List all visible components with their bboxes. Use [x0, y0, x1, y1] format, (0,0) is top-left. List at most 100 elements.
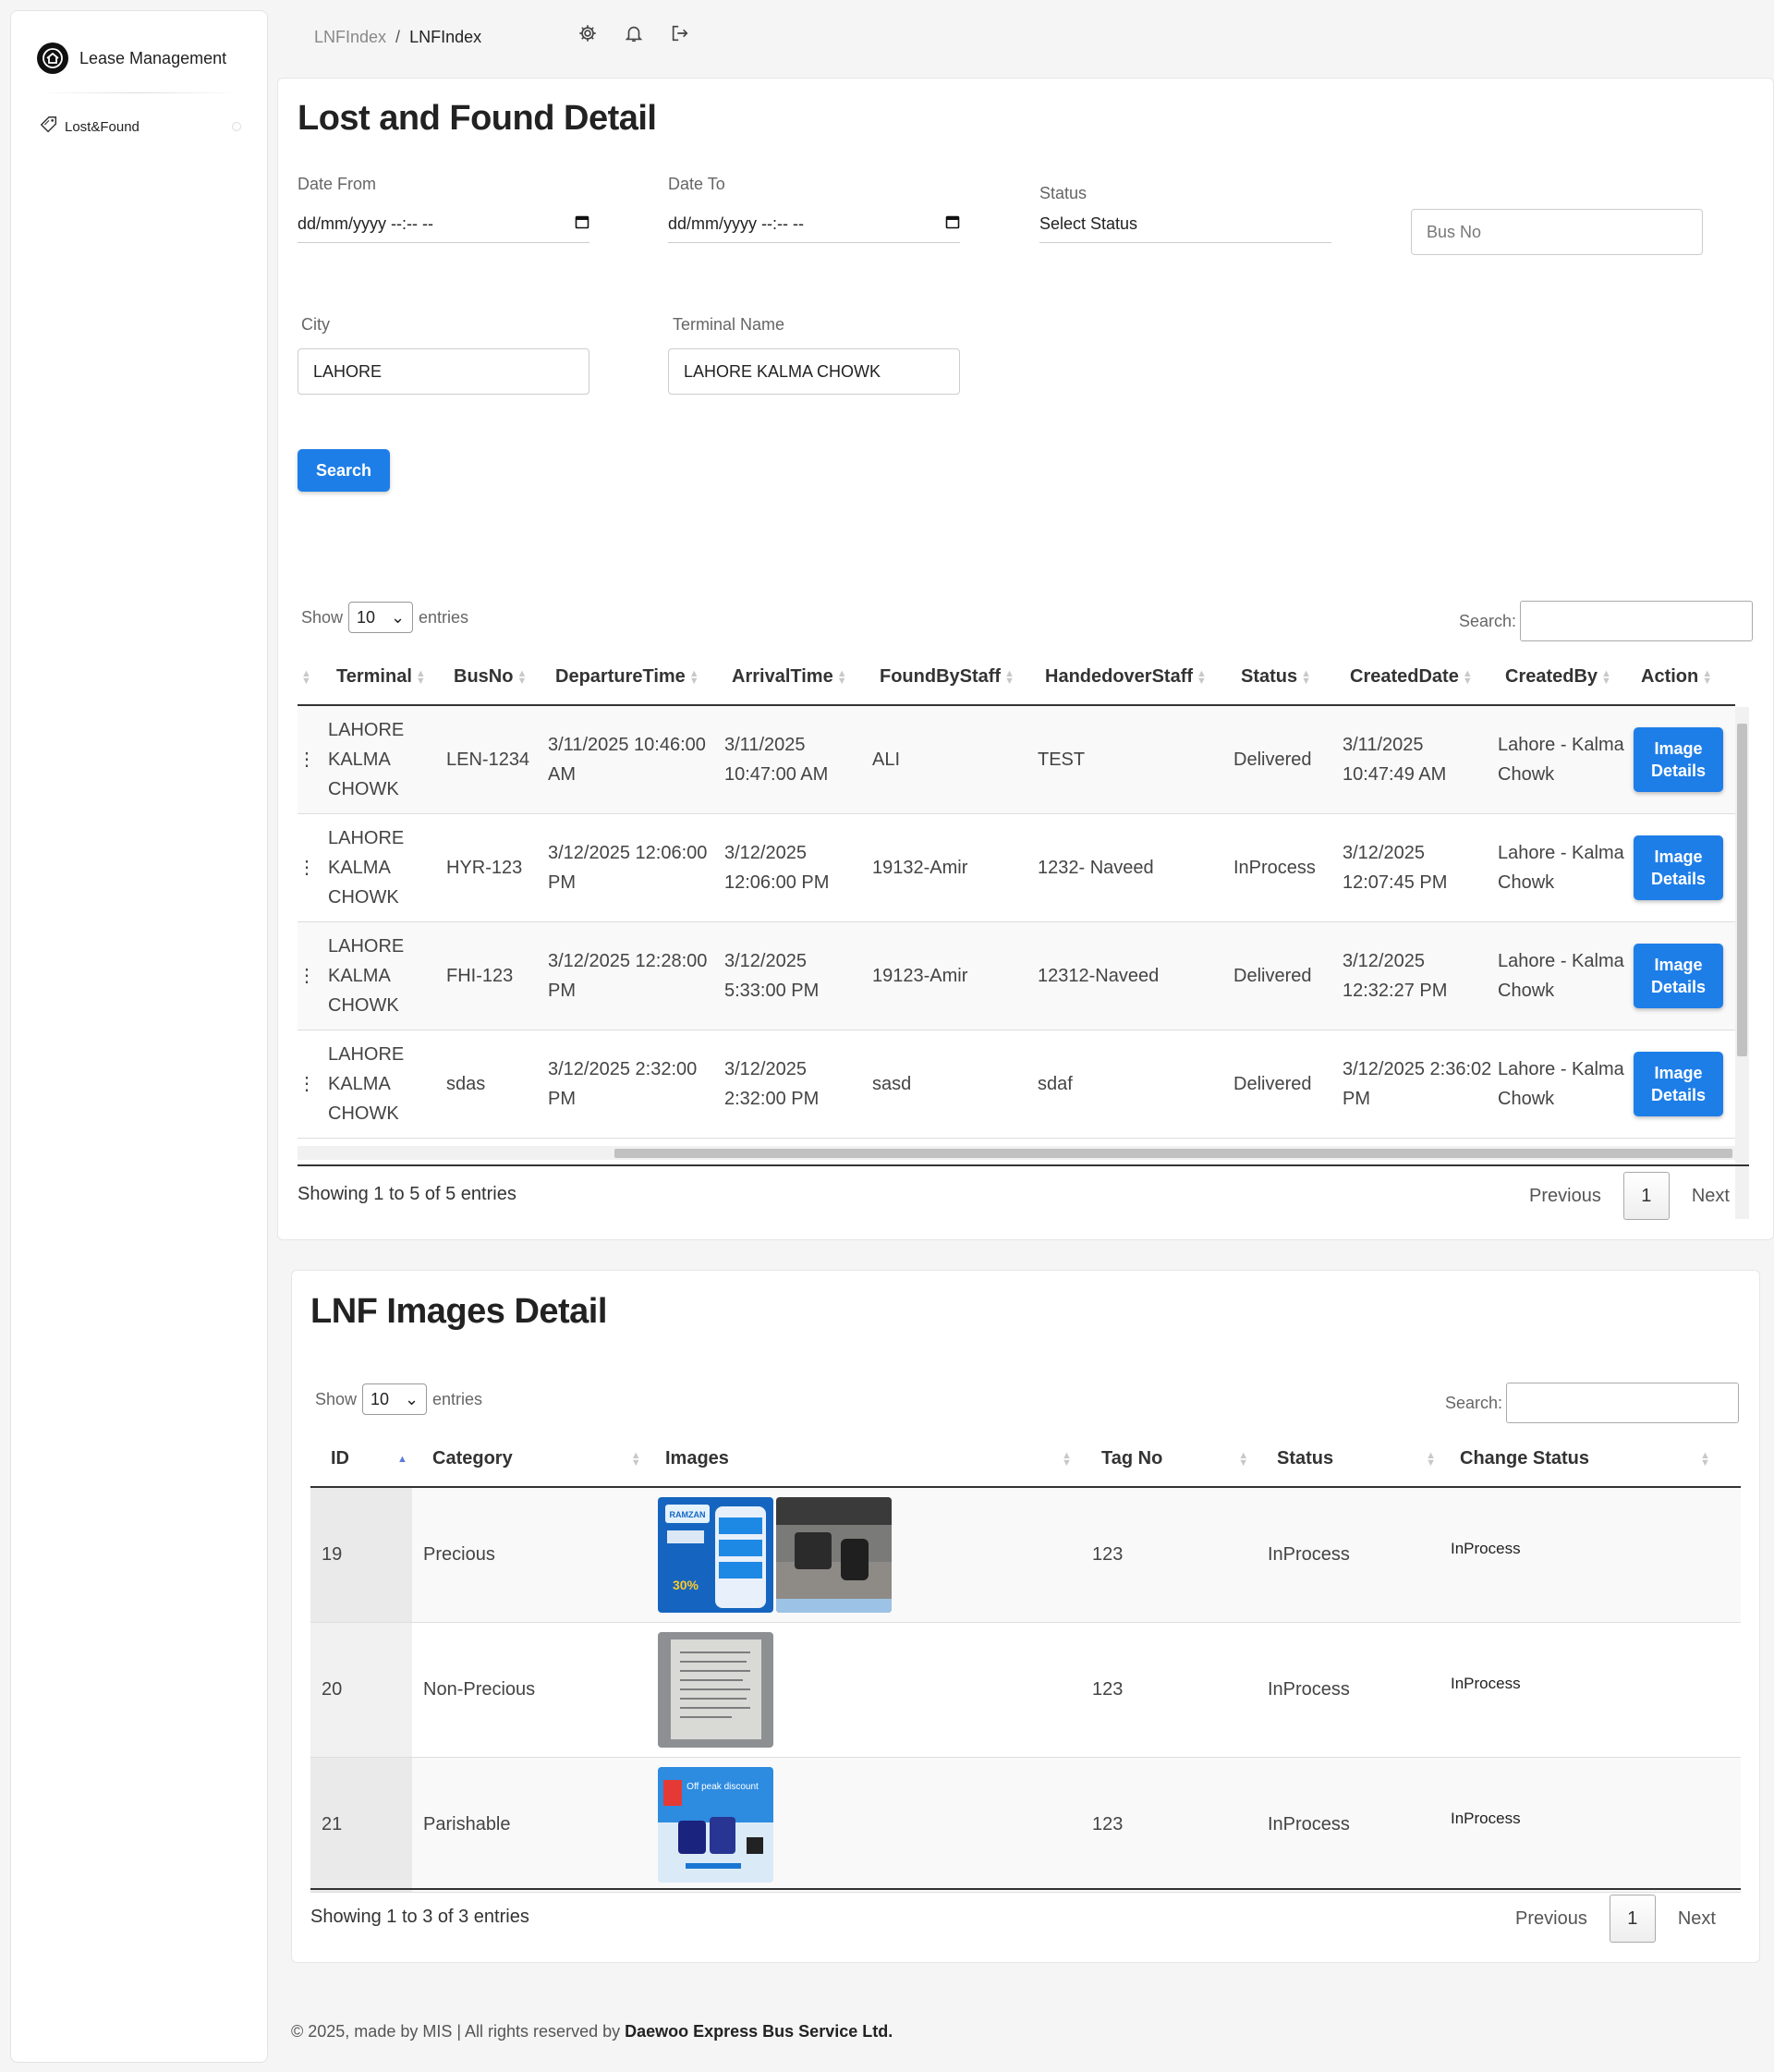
- page-length-control: Show 10 ⌄ entries: [315, 1383, 482, 1415]
- sidebar-item-lost-found[interactable]: Lost&Found: [11, 104, 267, 149]
- cell-arrival: 3/12/2025 2:32:00 PM: [724, 1058, 820, 1109]
- show-label: Show: [301, 607, 344, 627]
- expand-icon[interactable]: ⋮: [298, 813, 325, 921]
- column-header-terminal[interactable]: Terminal ▲ ▼: [325, 650, 446, 706]
- page-1-button[interactable]: 1: [1609, 1895, 1656, 1943]
- date-to-input[interactable]: dd/mm/yyyy --:-- --: [668, 206, 960, 243]
- page-length-control: Show 10 ⌄ entries: [301, 602, 468, 633]
- column-header-images[interactable]: Images ▲ ▼: [654, 1432, 1090, 1488]
- status-label: Status: [1039, 184, 1087, 202]
- images-table: ID ▲ Category ▲ ▼ Images ▲ ▼ Tag No ▲ ▼ Status ▲…: [310, 1432, 1741, 1893]
- column-header-change-status[interactable]: Change Status ▲ ▼: [1449, 1432, 1741, 1488]
- cell-status: Delivered: [1233, 1073, 1312, 1094]
- column-header-tag[interactable]: Tag No ▲ ▼: [1090, 1432, 1266, 1488]
- image-details-button[interactable]: Image Details: [1634, 835, 1723, 900]
- column-header-arrival[interactable]: ArrivalTime ▲ ▼: [724, 650, 872, 706]
- cell-handedover: 12312-Naveed: [1038, 965, 1160, 986]
- search-button[interactable]: Search: [298, 449, 390, 492]
- city-label: City: [301, 315, 330, 334]
- cell-handedover: sdaf: [1038, 1073, 1073, 1094]
- calendar-icon[interactable]: [945, 214, 960, 234]
- horizontal-scrollbar[interactable]: [298, 1146, 1749, 1160]
- column-header-departure[interactable]: DepartureTime ▲ ▼: [548, 650, 724, 706]
- cell-foundby: 19132-Amir: [872, 857, 968, 878]
- cell-category: Precious: [423, 1544, 495, 1566]
- column-header-created-by[interactable]: CreatedBy ▲ ▼: [1498, 650, 1634, 706]
- calendar-icon[interactable]: [575, 214, 589, 234]
- page-length-value: 10: [371, 1389, 390, 1408]
- change-status-select[interactable]: InProcess: [1449, 1487, 1741, 1622]
- previous-page-button[interactable]: Previous: [1515, 1908, 1587, 1930]
- column-header-action[interactable]: Action ▲ ▼: [1634, 650, 1735, 706]
- page-length-select[interactable]: 10 ⌄: [362, 1383, 428, 1415]
- cell-terminal: LAHORE KALMA CHOWK: [328, 827, 405, 908]
- cell-created-by: Lahore - Kalma Chowk: [1498, 842, 1624, 893]
- next-page-button[interactable]: Next: [1692, 1186, 1730, 1207]
- cell-created-date: 3/12/2025 12:32:27 PM: [1343, 950, 1448, 1001]
- image-details-button[interactable]: Image Details: [1634, 1051, 1723, 1116]
- table-row: ⋮ LAHORE KALMA CHOWK FHI-123 3/12/2025 1…: [298, 921, 1735, 1030]
- table-row: 19 Precious RAMZAN 30% 123 InProcess InPr…: [310, 1487, 1741, 1622]
- date-from-input[interactable]: dd/mm/yyyy --:-- --: [298, 206, 589, 243]
- column-header-id[interactable]: ID ▲: [310, 1432, 412, 1488]
- table-search-input[interactable]: [1520, 601, 1754, 641]
- table-row: 21 Parishable Off peak discount 123 InPr…: [310, 1757, 1741, 1892]
- cell-category: Parishable: [423, 1814, 511, 1834]
- table-info: Showing 1 to 3 of 3 entries: [310, 1907, 529, 1927]
- bell-icon[interactable]: [623, 22, 645, 44]
- cell-created-by: Lahore - Kalma Chowk: [1498, 1058, 1624, 1109]
- cell-id: 20: [310, 1622, 412, 1757]
- cell-arrival: 3/12/2025 5:33:00 PM: [724, 950, 820, 1001]
- page-1-button[interactable]: 1: [1622, 1172, 1670, 1220]
- column-header-foundby[interactable]: FoundByStaff ▲ ▼: [872, 650, 1038, 706]
- ramzan-package-ad-image[interactable]: RAMZAN 30%: [658, 1496, 773, 1613]
- breadcrumb-parent[interactable]: LNFIndex: [314, 28, 386, 47]
- expand-icon[interactable]: ⋮: [298, 1030, 325, 1138]
- status-select[interactable]: Select Status: [1039, 206, 1331, 243]
- sidebar-item-label: Lost&Found: [65, 118, 140, 135]
- cell-arrival: 3/12/2025 12:06:00 PM: [724, 842, 830, 893]
- breadcrumb: LNFIndex / LNFIndex: [314, 28, 481, 47]
- page-length-select[interactable]: 10 ⌄: [348, 602, 414, 633]
- change-status-select[interactable]: InProcess: [1449, 1622, 1741, 1757]
- image-details-button[interactable]: Image Details: [1634, 943, 1723, 1008]
- brand[interactable]: Lease Management: [11, 11, 267, 83]
- column-header-created-date[interactable]: CreatedDate ▲ ▼: [1343, 650, 1498, 706]
- terminal-input[interactable]: LAHORE KALMA CHOWK: [668, 348, 960, 395]
- table-search-input[interactable]: [1506, 1383, 1740, 1423]
- table-bottom-border: [298, 1164, 1749, 1166]
- table-bottom-border: [310, 1888, 1741, 1890]
- cell-arrival: 3/11/2025 10:47:00 AM: [724, 734, 829, 785]
- off-peak-discount-ad-image[interactable]: Off peak discount: [658, 1766, 773, 1883]
- logout-icon[interactable]: [669, 22, 691, 44]
- svg-text:Off peak discount: Off peak discount: [687, 1782, 759, 1792]
- expand-icon[interactable]: ⋮: [298, 705, 325, 813]
- entries-label: entries: [419, 607, 469, 627]
- change-status-select[interactable]: InProcess: [1449, 1757, 1741, 1892]
- column-header-expand[interactable]: ▲ ▼: [298, 650, 325, 706]
- next-page-button[interactable]: Next: [1678, 1908, 1716, 1930]
- chevron-down-icon: ⌄: [390, 607, 406, 627]
- bag-photo-image[interactable]: [776, 1496, 892, 1613]
- gear-icon[interactable]: [577, 22, 599, 44]
- bus-no-input[interactable]: Bus No: [1411, 209, 1703, 255]
- city-input[interactable]: LAHORE: [298, 348, 589, 395]
- document-photo-image[interactable]: [658, 1631, 773, 1748]
- table-search-label: Search:: [1445, 1393, 1503, 1412]
- footer-company[interactable]: Daewoo Express Bus Service Ltd.: [625, 2022, 893, 2041]
- column-header-handedover[interactable]: HandedoverStaff ▲ ▼: [1038, 650, 1233, 706]
- previous-page-button[interactable]: Previous: [1529, 1186, 1601, 1207]
- image-details-button[interactable]: Image Details: [1634, 726, 1723, 792]
- column-header-status[interactable]: Status ▲ ▼: [1266, 1432, 1449, 1488]
- terminal-label: Terminal Name: [673, 315, 785, 334]
- cell-id: 19: [310, 1487, 412, 1622]
- cell-terminal: LAHORE KALMA CHOWK: [328, 935, 405, 1016]
- cell-foundby: 19123-Amir: [872, 965, 968, 986]
- column-header-status[interactable]: Status ▲ ▼: [1233, 650, 1343, 706]
- images-detail-card: LNF Images Detail Show 10 ⌄ entries Searc…: [291, 1270, 1760, 1963]
- column-header-busno[interactable]: BusNo ▲ ▼: [446, 650, 548, 706]
- column-header-category[interactable]: Category ▲ ▼: [412, 1432, 654, 1488]
- expand-icon[interactable]: ⋮: [298, 921, 325, 1030]
- vertical-scrollbar[interactable]: [1735, 707, 1749, 1219]
- cell-category: Non-Precious: [423, 1679, 536, 1700]
